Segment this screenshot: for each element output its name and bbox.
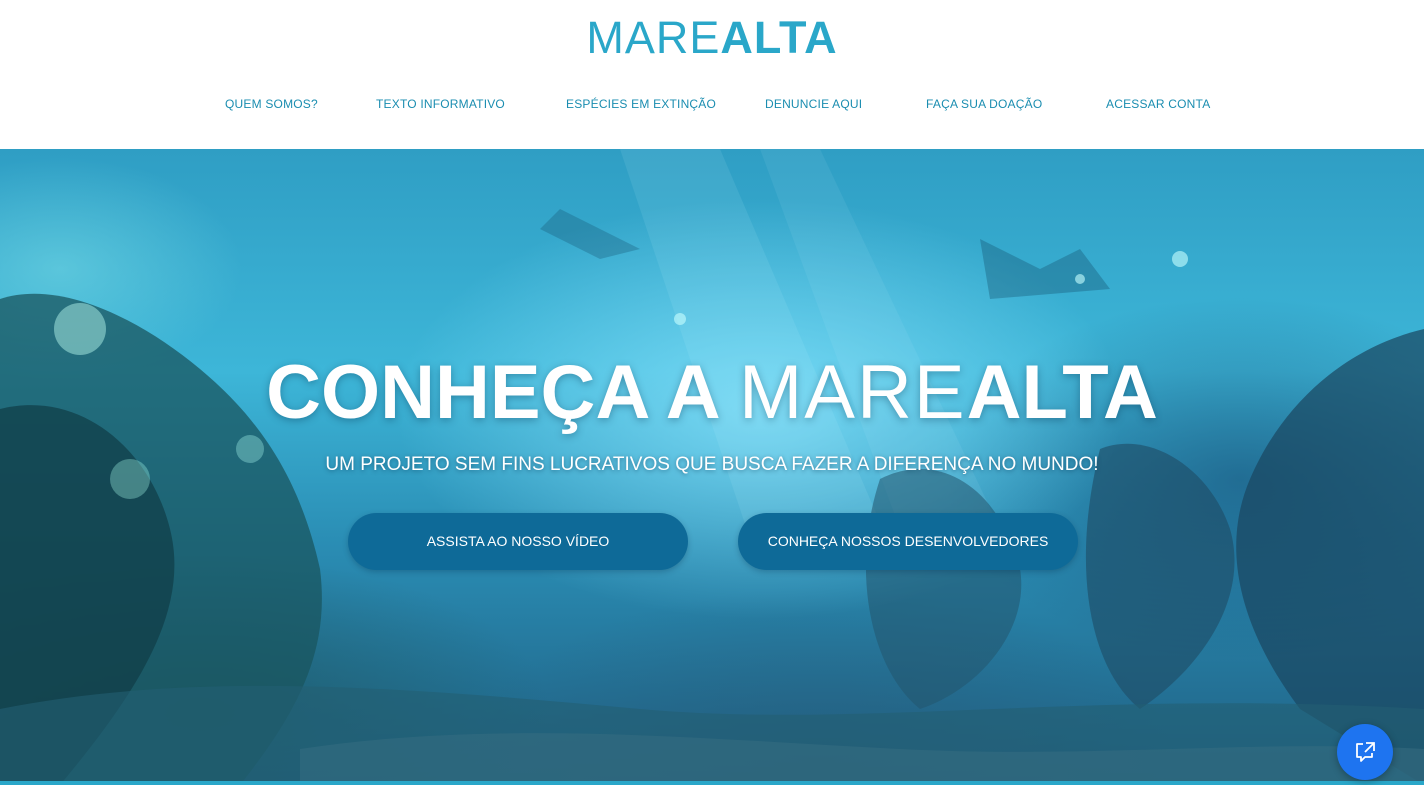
site-logo[interactable]: MAREALTA — [0, 12, 1424, 64]
hero-subtitle: UM PROJETO SEM FINS LUCRATIVOS QUE BUSCA… — [325, 454, 1099, 475]
main-nav: QUEM SOMOS? TEXTO INFORMATIVO ESPÉCIES E… — [0, 97, 1424, 117]
nav-item-texto-informativo[interactable]: TEXTO INFORMATIVO — [376, 97, 505, 111]
nav-item-denuncie-aqui[interactable]: DENUNCIE AQUI — [765, 97, 862, 111]
nav-item-acessar-conta[interactable]: ACESSAR CONTA — [1106, 97, 1210, 111]
logo-part-mare: MARE — [586, 12, 721, 63]
nav-item-faca-sua-doacao[interactable]: FAÇA SUA DOAÇÃO — [926, 97, 1042, 111]
hero-title: CONHEÇA A MAREALTA — [0, 351, 1424, 435]
external-chat-icon — [1356, 742, 1375, 762]
nav-item-quem-somos[interactable]: QUEM SOMOS? — [225, 97, 318, 111]
logo-part-alta: ALTA — [720, 12, 838, 63]
hero-title-prefix: CONHEÇA A — [266, 350, 739, 435]
section-divider — [0, 781, 1424, 785]
hero-section: CONHEÇA A MAREALTA UM PROJETO SEM FINS L… — [0, 149, 1424, 785]
hero-title-brand-bold: ALTA — [966, 350, 1158, 435]
nav-item-especies-em-extincao[interactable]: ESPÉCIES EM EXTINÇÃO — [566, 97, 716, 111]
hero-content: CONHEÇA A MAREALTA UM PROJETO SEM FINS L… — [0, 149, 1424, 785]
chat-widget-button[interactable] — [1337, 724, 1393, 780]
hero-title-brand-thin: MARE — [738, 350, 967, 435]
meet-developers-button[interactable]: CONHEÇA NOSSOS DESENVOLVEDORES — [738, 513, 1078, 570]
site-header: MAREALTA QUEM SOMOS? TEXTO INFORMATIVO E… — [0, 0, 1424, 149]
watch-video-button[interactable]: ASSISTA AO NOSSO VÍDEO — [348, 513, 688, 570]
